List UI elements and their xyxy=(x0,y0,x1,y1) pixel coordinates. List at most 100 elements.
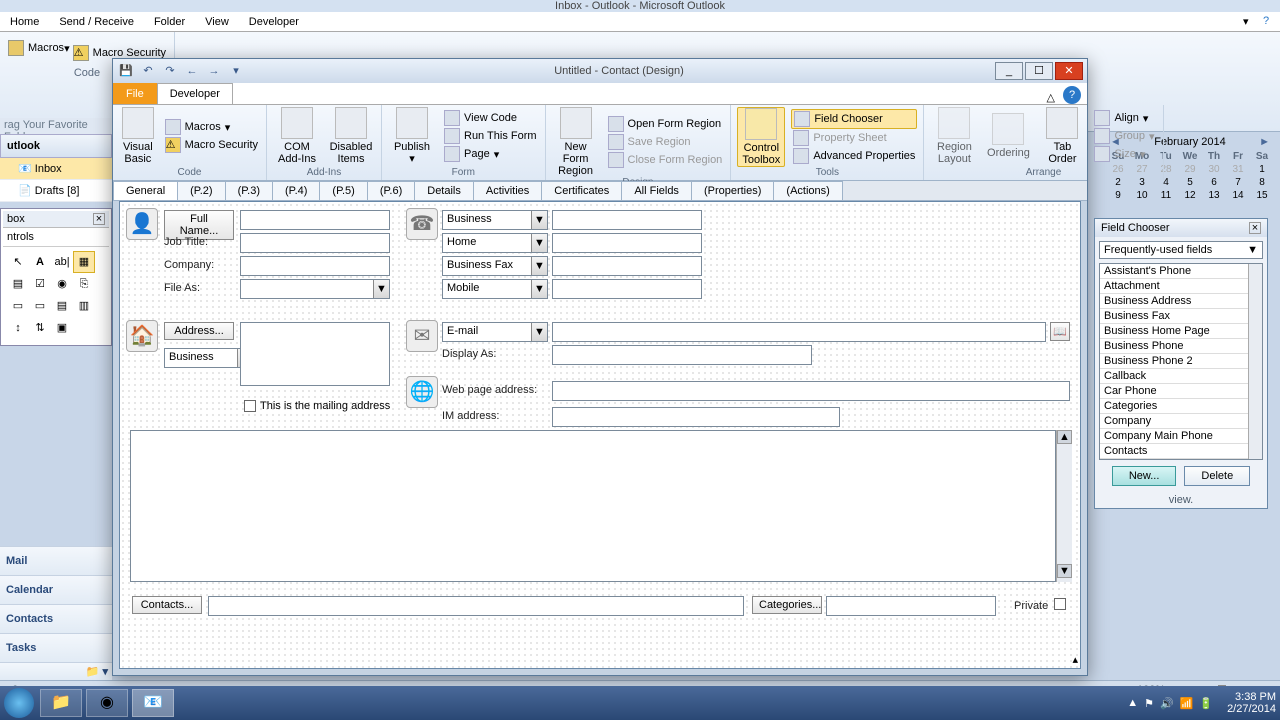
list-item[interactable]: Company Main Phone xyxy=(1100,429,1262,444)
list-item[interactable]: Company xyxy=(1100,414,1262,429)
tab-home[interactable]: Home xyxy=(0,13,49,31)
textbox-tool-icon[interactable]: ab| xyxy=(51,251,73,273)
categories-input[interactable] xyxy=(826,596,996,616)
run-form-button[interactable]: Run This Form xyxy=(442,127,539,145)
new-form-region-button[interactable]: New Form Region xyxy=(552,107,600,177)
new-field-button[interactable]: New... xyxy=(1112,466,1177,486)
designer-titlebar[interactable]: 💾 ↶ ↷ ← → ▾ Untitled - Contact (Design) … xyxy=(113,59,1087,83)
list-item[interactable]: Business Address xyxy=(1100,294,1262,309)
windows-taskbar[interactable]: 📁 ◉ 📧 ▲ ⚑ 🔊 📶 🔋 3:38 PM2/27/2014 xyxy=(0,686,1280,720)
tray-flag-icon[interactable]: ▲ xyxy=(1127,697,1138,709)
field-list-scrollbar[interactable] xyxy=(1248,264,1262,459)
collapse-ribbon-icon[interactable]: △ xyxy=(1047,91,1055,104)
page-tab-activities[interactable]: Activities xyxy=(473,181,542,200)
tray-network-icon[interactable]: 📶 xyxy=(1180,697,1194,710)
nav-mail[interactable]: Mail xyxy=(0,546,112,575)
list-item[interactable]: Business Home Page xyxy=(1100,324,1262,339)
phone3-type-combo[interactable]: Business Fax▼ xyxy=(442,256,548,276)
qat-custom-icon[interactable]: ▾ xyxy=(227,62,245,80)
tab-developer[interactable]: Developer xyxy=(239,13,309,31)
nav-inbox[interactable]: 📧 Inbox xyxy=(0,158,112,180)
developer-tab[interactable]: Developer xyxy=(157,83,233,104)
tray-power-icon[interactable]: 🔋 xyxy=(1199,697,1213,710)
contacts-button[interactable]: Contacts... xyxy=(132,596,202,614)
list-item[interactable]: Attachment xyxy=(1100,279,1262,294)
full-name-input[interactable] xyxy=(240,210,390,230)
field-category-combo[interactable]: Frequently-used fields▼ xyxy=(1099,241,1263,259)
list-item[interactable]: Assistant's Phone xyxy=(1100,264,1262,279)
tab-tool-icon[interactable]: ▤ xyxy=(51,295,73,317)
page-tab-p5[interactable]: (P.5) xyxy=(319,181,367,200)
delete-field-button[interactable]: Delete xyxy=(1184,466,1250,486)
list-item[interactable]: Car Phone xyxy=(1100,384,1262,399)
field-chooser-button[interactable]: Field Chooser xyxy=(791,109,917,129)
minimize-ribbon-icon[interactable]: ▾ xyxy=(1243,15,1257,29)
taskbar-clock[interactable]: 3:38 PM2/27/2014 xyxy=(1227,691,1276,715)
display-as-input[interactable] xyxy=(552,345,812,365)
macros-button[interactable]: Macros ▾ xyxy=(163,118,260,136)
address-book-button[interactable]: 📖 xyxy=(1050,322,1070,341)
phone4-type-combo[interactable]: Mobile▼ xyxy=(442,279,548,299)
tray-action-icon[interactable]: ⚑ xyxy=(1144,697,1154,710)
phone4-input[interactable] xyxy=(552,279,702,299)
page-tab-certificates[interactable]: Certificates xyxy=(541,181,622,200)
option-tool-icon[interactable]: ◉ xyxy=(51,273,73,295)
open-form-region-button[interactable]: Open Form Region xyxy=(606,115,725,133)
nav-drafts[interactable]: 📄 Drafts [8] xyxy=(0,180,112,202)
email-type-combo[interactable]: E-mail▼ xyxy=(442,322,548,342)
help-icon[interactable]: ? xyxy=(1263,15,1277,29)
contact-photo-icon[interactable]: 👤 xyxy=(126,208,158,240)
company-input[interactable] xyxy=(240,256,390,276)
ribbon-macro-security-button[interactable]: ⚠Macro Security xyxy=(163,136,260,154)
undo-icon[interactable]: ↶ xyxy=(139,62,157,80)
field-chooser-panel[interactable]: Field Chooser× Frequently-used fields▼ A… xyxy=(1094,218,1268,509)
im-input[interactable] xyxy=(552,407,840,427)
phone2-input[interactable] xyxy=(552,233,702,253)
mailing-address-checkbox[interactable]: This is the mailing address xyxy=(244,400,390,412)
disabled-items-button[interactable]: Disabled Items xyxy=(327,107,375,165)
nav-tasks[interactable]: Tasks xyxy=(0,633,112,662)
page-tab-actions[interactable]: (Actions) xyxy=(773,181,842,200)
command-tool-icon[interactable]: ▭ xyxy=(29,295,51,317)
file-as-combo[interactable]: ▼ xyxy=(240,279,390,299)
phone3-input[interactable] xyxy=(552,256,702,276)
checkbox-tool-icon[interactable]: ☑ xyxy=(29,273,51,295)
address-textarea[interactable] xyxy=(240,322,390,386)
job-title-input[interactable] xyxy=(240,233,390,253)
email-input[interactable] xyxy=(552,322,1046,342)
list-item[interactable]: Business Fax xyxy=(1100,309,1262,324)
taskbar-chrome-icon[interactable]: ◉ xyxy=(86,689,128,717)
nav-account-header[interactable]: utlook xyxy=(0,134,112,158)
macros-dropdown[interactable]: Macros ▾ xyxy=(8,40,70,56)
visual-basic-button[interactable]: Visual Basic xyxy=(119,107,157,165)
page-tab-general[interactable]: General xyxy=(113,181,178,200)
list-item[interactable]: Callback xyxy=(1100,369,1262,384)
align-dropdown[interactable]: Align ▾ xyxy=(1092,109,1156,127)
web-page-input[interactable] xyxy=(552,381,1070,401)
list-item[interactable]: Contacts xyxy=(1100,444,1262,459)
list-item[interactable]: Business Phone 2 xyxy=(1100,354,1262,369)
expand-icon[interactable]: ▴ xyxy=(1072,653,1078,666)
start-button[interactable] xyxy=(4,688,34,718)
page-tab-p3[interactable]: (P.3) xyxy=(225,181,273,200)
address-button[interactable]: Address... xyxy=(164,322,234,340)
taskbar-explorer-icon[interactable]: 📁 xyxy=(40,689,82,717)
page-tab-p4[interactable]: (P.4) xyxy=(272,181,320,200)
image-tool-icon[interactable]: ▣ xyxy=(51,317,73,339)
phone1-type-combo[interactable]: Business▼ xyxy=(442,210,548,230)
spin-tool-icon[interactable]: ⇅ xyxy=(29,317,51,339)
taskbar-outlook-icon[interactable]: 📧 xyxy=(132,689,174,717)
page-dropdown[interactable]: Page ▾ xyxy=(442,145,539,163)
redo-icon[interactable]: ↷ xyxy=(161,62,179,80)
label-tool-icon[interactable]: A xyxy=(29,251,51,273)
phone1-input[interactable] xyxy=(552,210,702,230)
next-month-icon[interactable]: ► xyxy=(1259,136,1270,148)
page-tab-p6[interactable]: (P.6) xyxy=(367,181,415,200)
view-code-button[interactable]: View Code xyxy=(442,109,539,127)
publish-button[interactable]: Publish▾ xyxy=(388,107,436,165)
multipage-tool-icon[interactable]: ▥ xyxy=(73,295,95,317)
categories-button[interactable]: Categories... xyxy=(752,596,822,614)
forward-icon[interactable]: → xyxy=(205,62,223,80)
tab-view[interactable]: View xyxy=(195,13,239,31)
list-item[interactable]: Categories xyxy=(1100,399,1262,414)
